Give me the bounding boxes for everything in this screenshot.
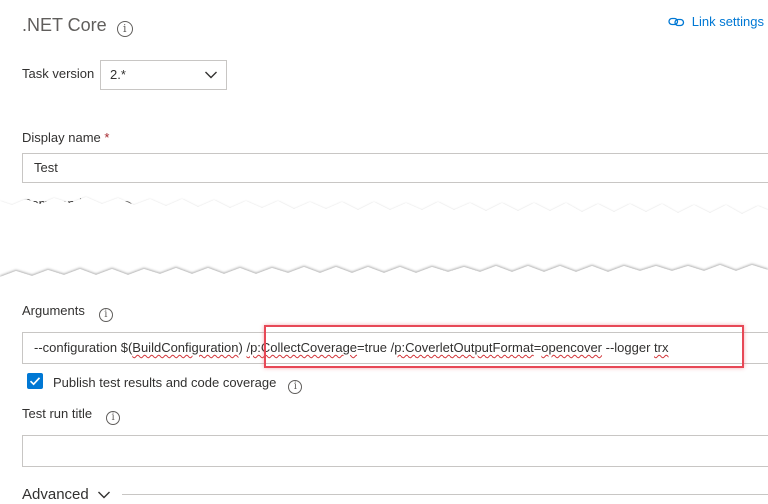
info-icon[interactable]: i — [288, 380, 303, 394]
display-name-input[interactable]: Test — [22, 153, 768, 183]
advanced-label: Advanced — [22, 486, 89, 503]
info-icon[interactable]: i — [116, 21, 133, 37]
info-icon[interactable]: i — [106, 411, 121, 425]
arguments-text: --configuration $( — [34, 340, 133, 355]
test-run-title-label: Test run title i — [22, 406, 121, 425]
task-version-value: 2.* — [110, 67, 126, 82]
test-run-title-input[interactable] — [22, 435, 768, 467]
task-title: .NET Core i — [22, 14, 133, 37]
advanced-section-toggle[interactable]: Advanced — [22, 486, 111, 504]
chevron-down-icon — [97, 491, 110, 499]
checkmark-icon — [29, 377, 41, 386]
publish-results-checkbox[interactable] — [27, 373, 43, 389]
torn-edge-top — [0, 197, 768, 219]
required-mark: * — [104, 130, 110, 145]
link-icon — [668, 17, 684, 27]
task-version-label: Task version — [22, 66, 95, 81]
info-icon[interactable]: i — [98, 308, 113, 322]
display-name-label: Display name * — [22, 130, 110, 145]
publish-results-label: Publish test results and code coverage i — [53, 375, 303, 394]
task-version-select[interactable]: 2.* — [100, 60, 227, 90]
highlight-annotation-box — [264, 325, 744, 368]
link-settings-label: Link settings — [691, 14, 764, 29]
section-divider — [122, 494, 768, 495]
arguments-label: Arguments i — [22, 303, 113, 322]
arguments-text: BuildConfiguration — [132, 340, 239, 355]
link-settings-button[interactable]: Link settings — [668, 14, 764, 30]
chevron-down-icon — [205, 71, 217, 79]
torn-edge-bottom — [0, 265, 768, 287]
task-title-text: .NET Core — [22, 15, 107, 35]
